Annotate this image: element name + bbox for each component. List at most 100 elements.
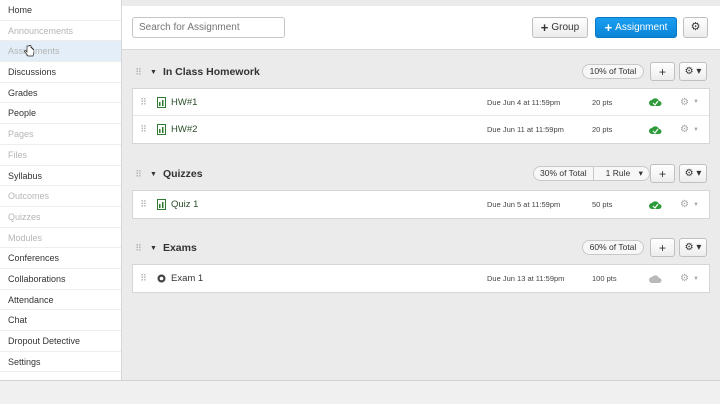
gear-icon: ⚙ (690, 21, 701, 33)
gear-icon: ⚙ ▾ (684, 66, 702, 77)
group-settings-menu[interactable]: ⚙ ▾ (679, 238, 707, 257)
assignment-row[interactable]: ⠿ Quiz 1 Due Jun 5 at 11:59pm 50 pts ⚙ ▼ (133, 191, 709, 218)
assignment-icon (157, 96, 166, 108)
assignment-group: ⠿ ▼ Quizzes 30% of Total 1 Rule ▾ + ⚙ ▾ … (132, 158, 710, 219)
sidebar-item-dropout-detective[interactable]: Dropout Detective (0, 331, 121, 352)
assignment-row[interactable]: ⠿ Exam 1 Due Jun 13 at 11:59pm 100 pts ⚙… (133, 265, 709, 292)
sidebar-item-pages[interactable]: Pages (0, 124, 121, 145)
gear-icon: ⚙ ▾ (684, 242, 702, 253)
chevron-down-icon[interactable]: ▼ (693, 99, 699, 105)
assignment-row[interactable]: ⠿ HW#2 Due Jun 11 at 11:59pm 20 pts ⚙ ▼ (133, 116, 709, 143)
gear-icon: ⚙ ▾ (684, 168, 702, 179)
group-header: ⠿ ▼ Quizzes 30% of Total 1 Rule ▾ + ⚙ ▾ (132, 158, 710, 190)
points: 20 pts (592, 97, 613, 107)
bottom-bar (0, 380, 720, 404)
drag-handle-icon[interactable]: ⠿ (132, 67, 144, 78)
group-weight-badge: 30% of Total (540, 168, 587, 178)
settings-button[interactable]: ⚙ (683, 17, 708, 38)
search-input[interactable] (132, 17, 285, 38)
collapse-caret-icon[interactable]: ▼ (150, 69, 157, 76)
sidebar-item-collaborations[interactable]: Collaborations (0, 269, 121, 290)
gear-icon[interactable]: ⚙ (680, 273, 689, 284)
group-items: ⠿ Quiz 1 Due Jun 5 at 11:59pm 50 pts ⚙ ▼ (132, 190, 710, 219)
sidebar-item-conferences[interactable]: Conferences (0, 248, 121, 269)
sidebar-item-home[interactable]: Home (0, 0, 121, 21)
group-header: ⠿ ▼ Exams 60% of Total + ⚙ ▾ (132, 232, 710, 264)
drag-handle-icon[interactable]: ⠿ (137, 273, 149, 284)
sidebar-item-attendance[interactable]: Attendance (0, 290, 121, 311)
due-date: Due Jun 13 at 11:59pm (487, 274, 565, 283)
sidebar-item-announcements[interactable]: Announcements (0, 21, 121, 42)
due-date: Due Jun 4 at 11:59pm (487, 97, 561, 107)
sidebar-item-people[interactable]: People (0, 103, 121, 125)
add-assignment-to-group-button[interactable]: + (650, 164, 675, 183)
sidebar-item-discussions[interactable]: Discussions (0, 62, 121, 83)
group-settings-menu[interactable]: ⚙ ▾ (679, 164, 707, 183)
sidebar-item-syllabus[interactable]: Syllabus (0, 166, 121, 187)
points: 50 pts (592, 200, 613, 209)
plus-icon: + (604, 19, 613, 35)
assignment-title[interactable]: HW#1 (171, 97, 197, 108)
unpublished-cloud-icon[interactable] (649, 274, 662, 284)
chevron-down-icon[interactable]: ▼ (693, 127, 699, 133)
drag-handle-icon[interactable]: ⠿ (132, 169, 144, 180)
collapse-caret-icon[interactable]: ▼ (150, 171, 157, 178)
sidebar-item-settings[interactable]: Settings (0, 352, 121, 373)
group-settings-menu[interactable]: ⚙ ▾ (679, 62, 707, 81)
add-assignment-to-group-button[interactable]: + (650, 62, 675, 81)
rules-label: 1 Rule (605, 168, 631, 178)
group-items: ⠿ Exam 1 Due Jun 13 at 11:59pm 100 pts ⚙… (132, 264, 710, 293)
assignment-icon (157, 124, 166, 135)
quiz-icon (157, 274, 166, 283)
plus-icon: + (658, 64, 666, 79)
sidebar-item-chat[interactable]: Chat (0, 310, 121, 331)
points: 20 pts (592, 125, 613, 134)
chevron-down-icon[interactable]: ▼ (693, 276, 699, 282)
group-title: In Class Homework (162, 66, 260, 78)
add-assignment-button[interactable]: + Assignment (595, 17, 677, 38)
sidebar-item-outcomes[interactable]: Outcomes (0, 186, 121, 207)
drag-handle-icon[interactable]: ⠿ (137, 124, 149, 135)
assignment-title[interactable]: HW#2 (171, 124, 197, 135)
assignment-group: ⠿ ▼ Exams 60% of Total + ⚙ ▾ ⠿ Exam 1 Du… (132, 232, 710, 293)
drag-handle-icon[interactable]: ⠿ (137, 199, 149, 210)
add-assignment-label: Assignment (615, 22, 668, 33)
points: 100 pts (592, 274, 617, 283)
group-title: Exams (162, 242, 197, 254)
chevron-down-icon[interactable]: ▼ (693, 202, 699, 208)
due-date: Due Jun 11 at 11:59pm (487, 125, 564, 134)
sidebar-item-files[interactable]: Files (0, 145, 121, 166)
collapse-caret-icon[interactable]: ▼ (150, 245, 157, 252)
group-items: ⠿ HW#1 Due Jun 4 at 11:59pm 20 pts ⚙ ▼ ⠿… (132, 88, 710, 144)
add-assignment-to-group-button[interactable]: + (650, 238, 675, 257)
group-rules-dropdown[interactable]: 1 Rule ▾ (592, 167, 649, 180)
sidebar-item-grades[interactable]: Grades (0, 83, 121, 104)
group-header: ⠿ ▼ In Class Homework 10% of Total + ⚙ ▾ (132, 56, 710, 88)
assignments-toolbar: + Group + Assignment ⚙ (122, 6, 720, 50)
sidebar-item-quizzes[interactable]: Quizzes (0, 207, 121, 228)
plus-icon: + (540, 19, 549, 35)
group-weight-rules-badge: 30% of Total 1 Rule ▾ (533, 166, 650, 181)
assignment-title[interactable]: Quiz 1 (171, 199, 198, 210)
add-group-label: Group (551, 22, 580, 33)
sidebar-item-modules[interactable]: Modules (0, 228, 121, 249)
gear-icon[interactable]: ⚙ (680, 124, 689, 135)
gear-icon[interactable]: ⚙ (680, 199, 689, 210)
group-weight-badge: 10% of Total (582, 64, 644, 79)
course-navigation: Home Announcements Assignments Discussio… (0, 0, 122, 380)
published-cloud-icon[interactable] (649, 97, 662, 107)
assignment-row[interactable]: ⠿ HW#1 Due Jun 4 at 11:59pm 20 pts ⚙ ▼ (133, 89, 709, 116)
published-cloud-icon[interactable] (649, 200, 662, 210)
due-date: Due Jun 5 at 11:59pm (487, 200, 561, 209)
drag-handle-icon[interactable]: ⠿ (137, 97, 149, 108)
plus-icon: + (658, 240, 666, 255)
assignment-group: ⠿ ▼ In Class Homework 10% of Total + ⚙ ▾… (132, 56, 710, 144)
assignment-title[interactable]: Exam 1 (171, 273, 203, 284)
assignment-icon (157, 199, 166, 210)
add-group-button[interactable]: + Group (532, 17, 588, 38)
drag-handle-icon[interactable]: ⠿ (132, 243, 144, 254)
gear-icon[interactable]: ⚙ (680, 97, 689, 108)
assignments-main: + Group + Assignment ⚙ ⠿ ▼ In Class Home… (122, 0, 720, 380)
sidebar-item-assignments[interactable]: Assignments (0, 41, 121, 63)
published-cloud-icon[interactable] (649, 125, 662, 135)
